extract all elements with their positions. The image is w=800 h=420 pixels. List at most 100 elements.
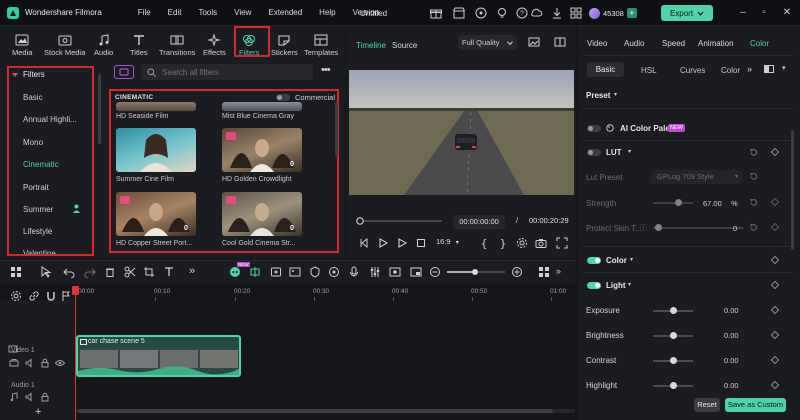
- motion-track-icon[interactable]: [328, 266, 340, 278]
- filter-grid-scrollbar[interactable]: [335, 102, 338, 157]
- eye-icon[interactable]: [55, 358, 65, 368]
- tab-media[interactable]: Media: [12, 29, 32, 57]
- cloud-icon[interactable]: [529, 6, 543, 20]
- tab-transitions[interactable]: Transitions: [159, 29, 195, 57]
- reset-icon[interactable]: [749, 172, 758, 181]
- tab-source[interactable]: Source: [392, 41, 417, 50]
- tab-stock-media[interactable]: Stock Media: [44, 29, 85, 57]
- microphone-icon[interactable]: [348, 266, 360, 278]
- timeline-settings-icon[interactable]: [10, 290, 22, 302]
- store-icon[interactable]: [452, 6, 466, 20]
- strength-slider-knob[interactable]: [675, 199, 682, 206]
- zoom-out-icon[interactable]: [429, 266, 441, 278]
- undo-icon[interactable]: [63, 266, 75, 278]
- lut-toggle[interactable]: [587, 149, 601, 156]
- tab-color[interactable]: Color: [750, 39, 769, 48]
- image-tool-icon[interactable]: [289, 266, 301, 278]
- menu-extended[interactable]: Extended: [268, 8, 302, 17]
- filter-thumb-seaside[interactable]: [116, 102, 196, 111]
- speaker-icon[interactable]: [25, 358, 35, 368]
- ai-color-palette-toggle[interactable]: [587, 125, 601, 132]
- color-toggle[interactable]: [587, 257, 601, 264]
- maximize-button[interactable]: ▫: [758, 7, 770, 19]
- menu-view[interactable]: View: [234, 8, 251, 17]
- layout-grid-icon[interactable]: [10, 266, 22, 278]
- avatar[interactable]: [589, 7, 600, 19]
- lightbulb-icon[interactable]: [495, 6, 509, 20]
- audio-mixer-icon[interactable]: [369, 266, 381, 278]
- mark-in-icon[interactable]: {: [478, 237, 490, 249]
- compare-toggle-icon[interactable]: [764, 65, 774, 73]
- zoom-slider[interactable]: [445, 268, 507, 276]
- compare-view-icon[interactable]: [554, 36, 566, 48]
- delete-icon[interactable]: [104, 266, 116, 278]
- tab-titles[interactable]: Titles: [130, 29, 148, 57]
- crop-icon[interactable]: [143, 266, 155, 278]
- tab-audio[interactable]: Audio: [94, 29, 113, 57]
- caret-down-icon[interactable]: ▾: [614, 91, 617, 98]
- protect-skin-slider-knob[interactable]: [655, 224, 662, 231]
- picture-in-picture-icon[interactable]: [410, 266, 422, 278]
- help-icon[interactable]: ?: [515, 6, 529, 20]
- export-button[interactable]: Export: [661, 5, 713, 21]
- fullscreen-icon[interactable]: [556, 237, 568, 249]
- reset-icon[interactable]: [749, 148, 758, 157]
- menu-file[interactable]: File: [138, 8, 151, 17]
- video-preview[interactable]: [349, 70, 574, 195]
- filter-thumb-mist-blue[interactable]: [222, 102, 302, 111]
- favorites-button[interactable]: [114, 65, 134, 79]
- close-button[interactable]: ✕: [781, 7, 793, 19]
- category-scrollbar[interactable]: [98, 74, 101, 144]
- reset-icon[interactable]: [749, 198, 758, 207]
- subtab-color-wheels[interactable]: Color: [721, 66, 740, 75]
- lut-preset-select[interactable]: GPLog 709 Style ▾: [651, 170, 742, 184]
- reset-button[interactable]: Reset: [694, 398, 720, 412]
- link-icon[interactable]: [28, 290, 40, 302]
- shield-icon[interactable]: [309, 266, 321, 278]
- more-tabs-icon[interactable]: »: [747, 64, 752, 74]
- search-box[interactable]: [141, 64, 313, 80]
- play-icon[interactable]: [396, 237, 408, 249]
- more-options-icon[interactable]: •••: [321, 64, 331, 76]
- tab-stickers[interactable]: Stickers: [271, 29, 298, 57]
- light-toggle[interactable]: [587, 282, 601, 289]
- contrast-slider-knob[interactable]: [670, 357, 677, 364]
- filter-thumb-summer-cine[interactable]: [116, 128, 196, 172]
- panel-options-icon[interactable]: ▾: [782, 64, 786, 72]
- playhead-handle[interactable]: [72, 286, 79, 295]
- exposure-slider-knob[interactable]: [670, 307, 677, 314]
- snapshot-view-icon[interactable]: [528, 36, 540, 48]
- menu-edit[interactable]: Edit: [168, 8, 182, 17]
- mark-out-icon[interactable]: }: [497, 237, 509, 249]
- add-credits-button[interactable]: +: [626, 8, 637, 18]
- caret-down-icon[interactable]: ▾: [628, 148, 631, 155]
- panel-scrollbar[interactable]: [791, 130, 794, 250]
- strength-slider-track[interactable]: [653, 202, 693, 204]
- timeline-more-icon[interactable]: »: [556, 266, 561, 276]
- playback-progress[interactable]: [356, 217, 446, 225]
- caret-down-icon[interactable]: ▾: [630, 256, 633, 263]
- subtab-basic[interactable]: Basic: [587, 62, 624, 77]
- minimize-button[interactable]: –: [737, 7, 749, 19]
- tab-effects[interactable]: Effects: [203, 29, 226, 57]
- exposure-value[interactable]: 0.00: [724, 306, 739, 315]
- info-icon[interactable]: ⓘ: [640, 223, 647, 233]
- ai-copilot-icon[interactable]: [229, 266, 241, 278]
- preset-label[interactable]: Preset: [586, 91, 610, 100]
- stop-icon[interactable]: [415, 237, 427, 249]
- zoom-in-icon[interactable]: [511, 266, 523, 278]
- lock-icon[interactable]: [40, 358, 50, 368]
- tab-timeline[interactable]: Timeline: [356, 41, 386, 50]
- grid-icon[interactable]: [569, 6, 583, 20]
- reset-icon[interactable]: [749, 223, 758, 232]
- aspect-ratio-select[interactable]: 16:9 ▾: [436, 237, 459, 246]
- tab-video[interactable]: Video: [587, 39, 607, 48]
- camera-icon[interactable]: [535, 237, 547, 249]
- save-as-custom-button[interactable]: Save as Custom: [725, 398, 786, 412]
- protect-skin-value[interactable]: 0: [733, 224, 737, 233]
- credits-box[interactable]: 45308 +: [589, 6, 637, 20]
- music-track-icon[interactable]: [9, 392, 19, 402]
- tab-speed[interactable]: Speed: [662, 39, 685, 48]
- more-tools-icon[interactable]: »: [189, 265, 195, 277]
- menu-tools[interactable]: Tools: [198, 8, 217, 17]
